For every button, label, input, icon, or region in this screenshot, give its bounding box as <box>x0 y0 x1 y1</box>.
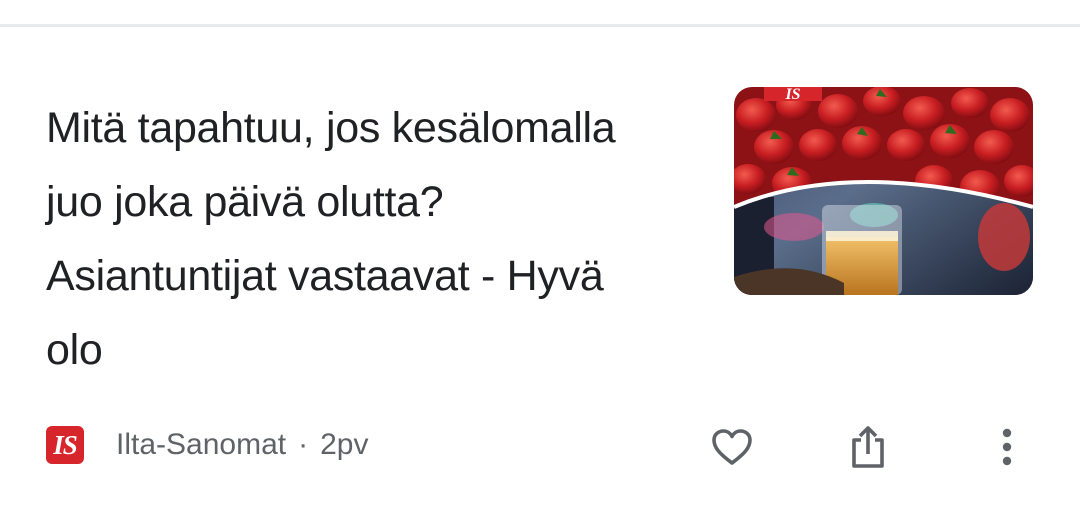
source-name[interactable]: Ilta-Sanomat <box>116 428 286 462</box>
article-headline[interactable]: Mitä tapahtuu, jos kesälomalla juo joka … <box>46 91 666 387</box>
share-icon <box>852 426 884 468</box>
more-vertical-icon <box>1002 428 1012 466</box>
like-button[interactable] <box>704 419 760 475</box>
source-logo: IS <box>46 426 84 464</box>
share-button[interactable] <box>840 419 896 475</box>
thumbnail-image: IS <box>734 87 1033 295</box>
more-options-button[interactable] <box>979 419 1035 475</box>
article-thumbnail[interactable]: IS <box>734 87 1033 295</box>
heart-outline-icon <box>712 429 752 465</box>
article-age: 2pv <box>320 428 369 461</box>
article-meta: IS Ilta-Sanomat · 2pv <box>46 425 368 465</box>
meta-separator: · <box>298 428 309 461</box>
thumbnail-logo-text: IS <box>784 87 800 103</box>
news-article-card[interactable]: Mitä tapahtuu, jos kesälomalla juo joka … <box>0 27 1080 512</box>
